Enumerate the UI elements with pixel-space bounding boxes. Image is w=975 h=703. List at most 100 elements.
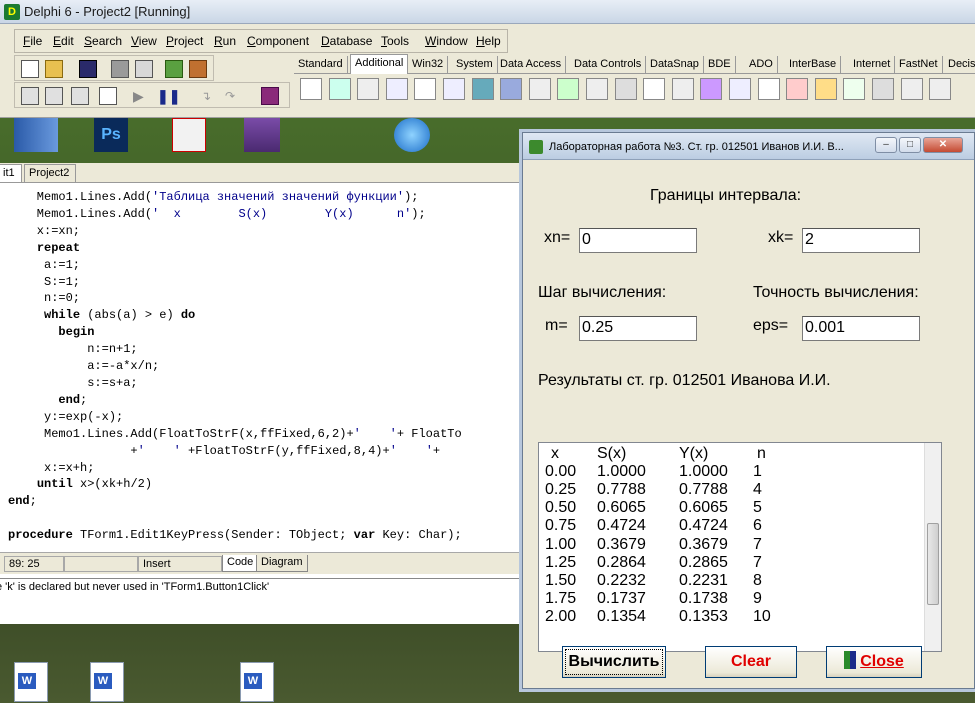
palette-tab-fastnet[interactable]: FastNet	[895, 56, 943, 74]
form-app-icon[interactable]	[529, 140, 543, 154]
new-form-icon[interactable]	[99, 87, 117, 105]
controlbar-icon[interactable]	[671, 78, 694, 100]
palette-tab-interbase[interactable]: InterBase	[785, 56, 842, 74]
palette-tab-internet[interactable]: Internet	[849, 56, 896, 74]
m-input[interactable]: 0.25	[579, 316, 697, 341]
clear-button[interactable]: Clear	[705, 646, 797, 678]
checklistbox-icon[interactable]	[586, 78, 608, 100]
palette-tab-decis[interactable]: Decis	[944, 56, 975, 74]
tab-code[interactable]: Code	[222, 555, 259, 572]
remove-file-icon[interactable]	[189, 60, 207, 78]
splitter-icon[interactable]	[614, 78, 637, 100]
cursor-position: 89: 25	[4, 556, 64, 572]
form-title-bar[interactable]: Лабораторная работа №3. Ст. гр. 012501 И…	[523, 133, 974, 160]
palette-tab-ado[interactable]: ADO	[745, 56, 778, 74]
winrar-desktop-icon[interactable]	[244, 118, 280, 152]
actionmainmenubar-icon[interactable]	[872, 78, 894, 100]
pause-icon[interactable]: ❚❚	[157, 87, 180, 105]
image-icon[interactable]	[471, 78, 494, 100]
valuelisteditor-icon[interactable]	[729, 78, 751, 100]
memo-cell: 1.00	[545, 535, 577, 553]
pointer-icon[interactable]	[300, 78, 322, 100]
palette-tab-datasnap[interactable]: DataSnap	[646, 56, 704, 74]
bitbtn-icon[interactable]	[328, 78, 351, 100]
palette-tab-additional[interactable]: Additional	[350, 54, 409, 74]
xk-input[interactable]: 2	[802, 228, 920, 253]
colorbox-icon[interactable]	[786, 78, 809, 100]
memo-scrollbar[interactable]	[924, 443, 941, 651]
menu-window[interactable]: Window	[425, 34, 468, 48]
customizedlg-icon[interactable]	[929, 78, 952, 100]
maskedit-icon[interactable]	[385, 78, 408, 100]
close-window-button[interactable]: ✕	[923, 137, 963, 153]
tab-project2[interactable]: Project2	[24, 164, 77, 182]
menu-project[interactable]: Project	[166, 34, 203, 48]
menu-help[interactable]: Help	[476, 34, 501, 48]
stringgrid-icon[interactable]	[414, 78, 437, 100]
modified-indicator	[64, 556, 138, 572]
save-icon[interactable]	[79, 60, 97, 78]
save-all-icon[interactable]	[111, 60, 129, 78]
shape-icon[interactable]	[500, 78, 523, 100]
minimize-button[interactable]: –	[875, 137, 897, 153]
toggle-form-unit-icon[interactable]	[71, 87, 89, 105]
code-text-area[interactable]: Memo1.Lines.Add('Таблица значений значен…	[0, 184, 528, 543]
open-icon[interactable]	[45, 60, 63, 78]
menu-database[interactable]: Database	[321, 34, 372, 48]
view-form-icon[interactable]	[45, 87, 63, 105]
actiontoolbar-icon[interactable]	[900, 78, 923, 100]
menu-component[interactable]: Component	[247, 34, 309, 48]
palette-tab-system[interactable]: System	[452, 56, 498, 74]
maximize-button[interactable]: □	[899, 137, 921, 153]
menu-file[interactable]: File	[23, 34, 42, 48]
word-document-desktop-icon[interactable]	[14, 662, 48, 702]
palette-tab-win32[interactable]: Win32	[408, 56, 449, 74]
drawgrid-icon[interactable]	[443, 78, 465, 100]
memo-cell: 0.2232	[597, 571, 646, 589]
chart-icon[interactable]	[814, 78, 837, 100]
word-document-desktop-icon[interactable]	[90, 662, 124, 702]
internet-explorer-desktop-icon[interactable]	[394, 118, 430, 152]
results-memo[interactable]: x S(x) Y(x) n 0.00 1.0000 1.0000 1 0.25 0.7788 0.7…	[538, 442, 942, 652]
tab-unit1[interactable]: it1	[0, 164, 22, 182]
actionmanager-icon[interactable]	[843, 78, 866, 100]
code-token: (abs(a) > e)	[80, 308, 181, 323]
statictext-icon[interactable]	[643, 78, 666, 100]
new-icon[interactable]	[21, 60, 39, 78]
applicationevents-icon[interactable]	[700, 78, 723, 100]
palette-tab-standard[interactable]: Standard	[294, 56, 348, 74]
ide-title-bar[interactable]: D Delphi 6 - Project2 [Running]	[0, 0, 975, 24]
open-project-icon[interactable]	[135, 60, 153, 78]
menu-edit[interactable]: Edit	[53, 34, 74, 48]
menu-run[interactable]: Run	[214, 34, 236, 48]
menu-tools[interactable]: Tools	[381, 34, 409, 48]
scrollbar-thumb[interactable]	[927, 523, 939, 605]
tab-diagram[interactable]: Diagram	[256, 555, 308, 572]
labeledit-icon[interactable]	[757, 78, 780, 100]
speedbutton-icon[interactable]	[357, 78, 380, 100]
palette-tab-bde[interactable]: BDE	[704, 56, 736, 74]
palette-tab-data-controls[interactable]: Data Controls	[570, 56, 647, 74]
view-unit-icon[interactable]	[21, 87, 39, 105]
step-over-icon[interactable]: ↷	[225, 87, 243, 105]
help-book-icon[interactable]	[261, 87, 279, 105]
close-button[interactable]: Close	[826, 646, 922, 678]
menu-search[interactable]: Search	[84, 34, 122, 48]
delphi-app-icon[interactable]: D	[4, 4, 20, 20]
eps-input[interactable]: 0.001	[802, 316, 920, 341]
add-file-icon[interactable]	[165, 60, 183, 78]
palette-tab-data-access[interactable]: Data Access	[496, 56, 567, 74]
bevel-icon[interactable]	[528, 78, 551, 100]
calculate-button[interactable]: Вычислить	[562, 646, 666, 678]
trace-into-icon[interactable]: ↴	[201, 87, 219, 105]
code-token: ' x S(x) Y(x) n'	[152, 206, 412, 221]
photoshop-desktop-icon[interactable]: Ps	[94, 118, 128, 152]
pdf-desktop-icon[interactable]	[172, 118, 206, 152]
media-desktop-icon[interactable]	[14, 118, 58, 152]
menu-view[interactable]: View	[131, 34, 157, 48]
compiler-hint-message[interactable]: e 'k' is declared but never used in 'TFo…	[0, 581, 269, 593]
word-document-desktop-icon[interactable]	[240, 662, 274, 702]
run-icon[interactable]: ▶	[133, 87, 151, 105]
scrollbox-icon[interactable]	[557, 78, 580, 100]
xn-input[interactable]: 0	[579, 228, 697, 253]
